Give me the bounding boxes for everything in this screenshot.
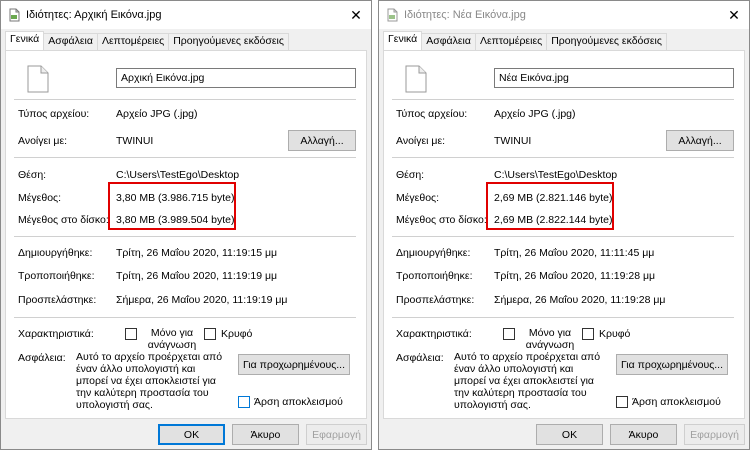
advanced-button[interactable]: Για προχωρημένους... — [238, 354, 350, 375]
accessed-label: Προσπελάστηκε: — [396, 294, 475, 306]
security-label: Ασφάλεια: — [396, 352, 444, 364]
divider — [14, 317, 356, 318]
created-label: Δημιουργήθηκε: — [396, 247, 471, 259]
title-bar: Ιδιότητες: Νέα Εικόνα.jpg ✕ — [379, 1, 749, 29]
unblock-label: Άρση αποκλεισμού — [254, 396, 343, 408]
properties-dialog-new: Ιδιότητες: Νέα Εικόνα.jpg ✕ Γενικά Ασφάλ… — [378, 0, 750, 450]
hidden-checkbox[interactable] — [204, 328, 216, 340]
button-row: OK Άκυρο Εφαρμογή — [379, 419, 750, 451]
file-icon — [26, 65, 50, 96]
modified-label: Τροποποιήθηκε: — [18, 270, 95, 282]
type-value: Αρχείο JPG (.jpg) — [494, 108, 576, 120]
type-label: Τύπος αρχείου: — [18, 108, 90, 120]
tab-previous-versions[interactable]: Προηγούμενες εκδόσεις — [168, 33, 289, 50]
cancel-button[interactable]: Άκυρο — [232, 424, 299, 445]
tab-strip: Γενικά Ασφάλεια Λεπτομέρειες Προηγούμενε… — [5, 31, 289, 50]
window-title: Ιδιότητες: Αρχική Εικόνα.jpg — [26, 9, 162, 21]
security-text: Αυτό το αρχείο προέρχεται από έναν άλλο … — [76, 351, 223, 411]
unblock-label: Άρση αποκλεισμού — [632, 396, 721, 408]
apply-button[interactable]: Εφαρμογή — [684, 424, 745, 445]
size-label: Μέγεθος: — [396, 192, 440, 204]
size-on-disk-label: Μέγεθος στο δίσκο: — [18, 214, 109, 226]
readonly-checkbox[interactable] — [125, 328, 137, 340]
properties-dialog-original: Ιδιότητες: Αρχική Εικόνα.jpg ✕ Γενικά Ασ… — [0, 0, 372, 450]
accessed-value: Σήμερα, 26 Μαΐου 2020, 11:19:28 μμ — [494, 294, 666, 306]
size-on-disk-label: Μέγεθος στο δίσκο: — [396, 214, 487, 226]
tab-previous-versions[interactable]: Προηγούμενες εκδόσεις — [546, 33, 667, 50]
size-label: Μέγεθος: — [18, 192, 62, 204]
change-button[interactable]: Αλλαγή... — [288, 130, 356, 151]
change-button[interactable]: Αλλαγή... — [666, 130, 734, 151]
divider — [14, 99, 356, 100]
opens-with-label: Ανοίγει με: — [396, 135, 446, 147]
opens-with-label: Ανοίγει με: — [18, 135, 68, 147]
created-value: Τρίτη, 26 Μαΐου 2020, 11:11:45 μμ — [494, 247, 655, 259]
tab-general[interactable]: Γενικά — [5, 31, 45, 50]
attributes-label: Χαρακτηριστικά: — [396, 328, 472, 340]
hidden-label: Κρυφό — [599, 328, 631, 340]
security-text: Αυτό το αρχείο προέρχεται από έναν άλλο … — [454, 351, 601, 411]
modified-value: Τρίτη, 26 Μαΐου 2020, 11:19:28 μμ — [494, 270, 656, 282]
close-icon[interactable]: ✕ — [719, 1, 749, 29]
title-bar: Ιδιότητες: Αρχική Εικόνα.jpg ✕ — [1, 1, 371, 29]
type-value: Αρχείο JPG (.jpg) — [116, 108, 198, 120]
tab-details[interactable]: Λεπτομέρειες — [474, 33, 548, 50]
highlight-box — [108, 182, 236, 230]
opens-with-value: TWINUI — [494, 135, 532, 147]
readonly-checkbox[interactable] — [503, 328, 515, 340]
button-row: OK Άκυρο Εφαρμογή — [1, 419, 373, 451]
type-label: Τύπος αρχείου: — [396, 108, 468, 120]
accessed-value: Σήμερα, 26 Μαΐου 2020, 11:19:19 μμ — [116, 294, 288, 306]
divider — [392, 317, 734, 318]
divider — [14, 236, 356, 237]
advanced-button[interactable]: Για προχωρημένους... — [616, 354, 728, 375]
location-label: Θέση: — [18, 169, 47, 181]
image-file-icon — [385, 8, 399, 22]
unblock-checkbox[interactable] — [238, 396, 250, 408]
opens-with-value: TWINUI — [116, 135, 154, 147]
filename-field[interactable] — [116, 68, 356, 88]
highlight-box — [486, 182, 614, 230]
divider — [14, 157, 356, 158]
general-panel: Τύπος αρχείου: Αρχείο JPG (.jpg) Ανοίγει… — [5, 50, 367, 419]
created-value: Τρίτη, 26 Μαΐου 2020, 11:19:15 μμ — [116, 247, 278, 259]
cancel-button[interactable]: Άκυρο — [610, 424, 677, 445]
apply-button[interactable]: Εφαρμογή — [306, 424, 367, 445]
window-title: Ιδιότητες: Νέα Εικόνα.jpg — [404, 9, 526, 21]
image-file-icon — [7, 8, 21, 22]
close-icon[interactable]: ✕ — [341, 1, 371, 29]
hidden-label: Κρυφό — [221, 328, 253, 340]
divider — [392, 99, 734, 100]
modified-label: Τροποποιήθηκε: — [396, 270, 473, 282]
accessed-label: Προσπελάστηκε: — [18, 294, 97, 306]
readonly-label: Μόνο για ανάγνωση — [147, 327, 197, 351]
tab-general[interactable]: Γενικά — [383, 31, 423, 50]
tab-details[interactable]: Λεπτομέρειες — [96, 33, 170, 50]
readonly-label: Μόνο για ανάγνωση — [525, 327, 575, 351]
location-value: C:\Users\TestEgo\Desktop — [116, 169, 240, 181]
file-icon — [404, 65, 428, 96]
unblock-checkbox[interactable] — [616, 396, 628, 408]
hidden-checkbox[interactable] — [582, 328, 594, 340]
tab-security[interactable]: Ασφάλεια — [421, 33, 476, 50]
ok-button[interactable]: OK — [536, 424, 603, 445]
filename-field[interactable] — [494, 68, 734, 88]
general-panel: Τύπος αρχείου: Αρχείο JPG (.jpg) Ανοίγει… — [383, 50, 745, 419]
modified-value: Τρίτη, 26 Μαΐου 2020, 11:19:19 μμ — [116, 270, 278, 282]
tab-security[interactable]: Ασφάλεια — [43, 33, 98, 50]
tab-strip: Γενικά Ασφάλεια Λεπτομέρειες Προηγούμενε… — [383, 31, 667, 50]
location-value: C:\Users\TestEgo\Desktop — [494, 169, 618, 181]
attributes-label: Χαρακτηριστικά: — [18, 328, 94, 340]
ok-button[interactable]: OK — [158, 424, 225, 445]
location-label: Θέση: — [396, 169, 425, 181]
divider — [392, 157, 734, 158]
divider — [392, 236, 734, 237]
created-label: Δημιουργήθηκε: — [18, 247, 93, 259]
security-label: Ασφάλεια: — [18, 352, 66, 364]
